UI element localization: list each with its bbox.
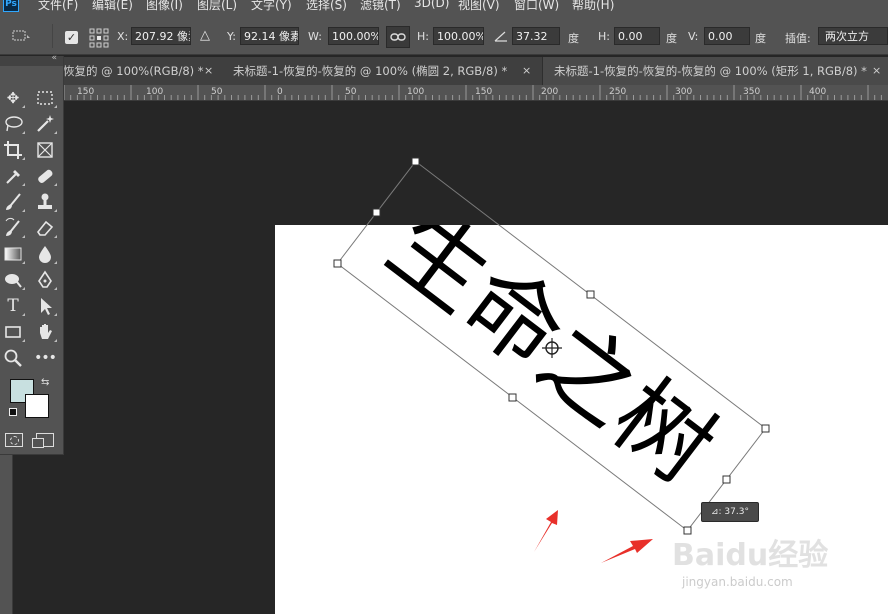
baidu-watermark: Baidu经验 jingyan.baidu.com [672, 530, 882, 600]
frame-tool-icon[interactable] [34, 139, 56, 161]
rectangle-tool-icon[interactable] [2, 321, 25, 343]
panel-grip[interactable]: « [0, 53, 63, 66]
lasso-tool-icon[interactable] [2, 113, 25, 135]
rotated-text-layer[interactable]: 生命之树 [368, 190, 733, 505]
brush-tool-icon[interactable] [2, 191, 25, 213]
watermark-url: jingyan.baidu.com [682, 575, 793, 589]
healing-brush-icon[interactable] [34, 165, 57, 187]
red-arrow-icon [601, 539, 653, 563]
gradient-tool-icon[interactable] [2, 243, 25, 265]
background-color-swatch[interactable] [25, 394, 49, 418]
transform-handle-top-left[interactable] [411, 157, 420, 166]
zoom-tool-icon[interactable] [2, 347, 24, 369]
transform-handle-top-right[interactable] [761, 424, 770, 433]
red-arrow-icon [534, 510, 558, 552]
history-brush-icon[interactable] [2, 217, 25, 239]
blur-tool-icon[interactable] [34, 243, 57, 265]
hand-tool-icon[interactable] [34, 321, 57, 343]
transform-handle-right-mid[interactable] [722, 475, 731, 484]
crop-tool-icon[interactable] [2, 139, 25, 161]
eyedropper-icon[interactable] [2, 165, 25, 187]
dodge-tool-icon[interactable] [2, 269, 25, 291]
more-tools-icon[interactable]: ••• [34, 347, 57, 369]
collapse-icon[interactable]: « [51, 53, 57, 63]
type-tool-icon[interactable]: T [2, 295, 25, 317]
default-colors-icon[interactable] [9, 408, 17, 416]
path-selection-icon[interactable] [34, 295, 57, 317]
pen-tool-icon[interactable] [34, 269, 57, 291]
magic-wand-icon[interactable] [34, 113, 57, 135]
transform-handle-top-mid[interactable] [586, 290, 595, 299]
transform-handle-bottom-left[interactable] [333, 259, 342, 268]
swap-colors-icon[interactable]: ⇆ [41, 377, 49, 388]
screen-mode-icon[interactable] [32, 433, 54, 448]
transform-handle-bottom-mid[interactable] [508, 393, 517, 402]
rotation-angle-tooltip: ⊿: 37.3° [701, 502, 759, 522]
eraser-icon[interactable] [34, 217, 57, 239]
watermark-brand: Baidu经验 [672, 538, 829, 573]
move-tool-icon[interactable]: ✥ [2, 87, 25, 109]
marquee-tool-icon[interactable] [34, 87, 57, 109]
quick-mask-icon[interactable] [5, 433, 23, 447]
transform-handle-left-mid[interactable] [372, 208, 381, 217]
clone-stamp-icon[interactable] [34, 191, 57, 213]
